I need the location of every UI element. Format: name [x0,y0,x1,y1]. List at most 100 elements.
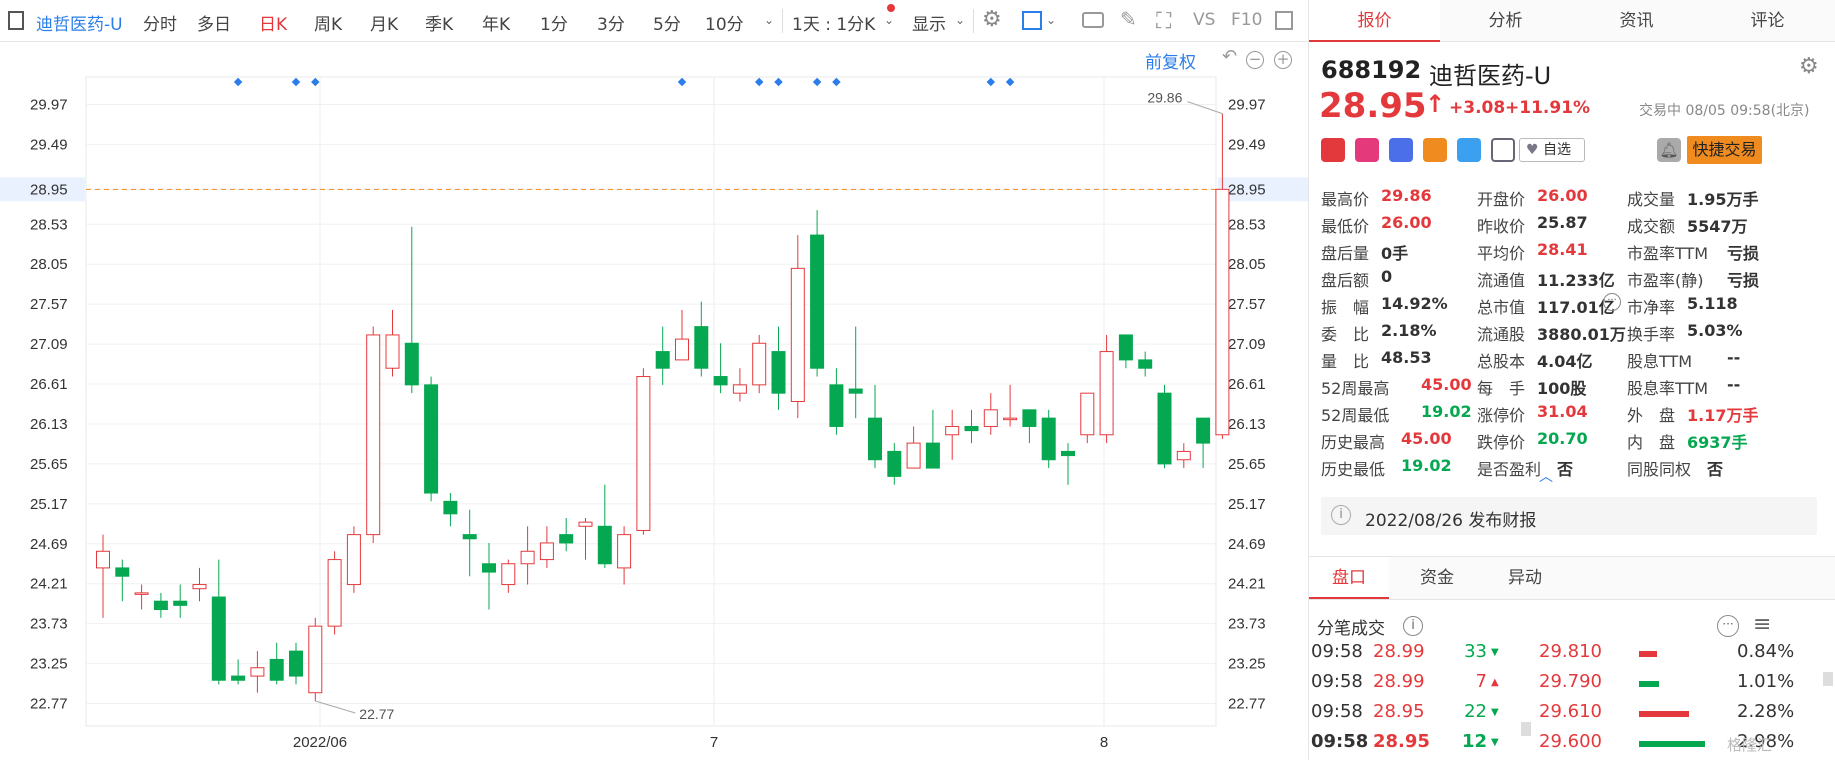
camera-icon[interactable] [1082,12,1104,28]
quote-label: 开盘价 [1477,190,1526,209]
x-tick-label: 8 [1100,734,1108,751]
quote-value: 19.02 [1421,402,1472,421]
quote-value: -- [1727,375,1741,394]
quote-value: 0手 [1381,244,1409,263]
tab-intraday[interactable]: 分时 [143,10,177,35]
quote-value: 否 [1557,460,1574,479]
current-price-label-left: 28.95 [30,181,68,198]
interval-selector[interactable]: 1天 : 1分K [792,10,875,35]
f10-button[interactable]: F10 [1231,10,1262,30]
trade-status: 交易中 08/05 09:58(北京) [1639,103,1810,119]
min-price-label: 22.77 [359,706,394,722]
menu-icon[interactable]: ≡ [1753,612,1771,637]
quote-value: -- [1727,348,1741,367]
candle-down [289,650,303,677]
document-icon[interactable] [1491,138,1515,162]
current-price: 28.95 [1319,86,1427,126]
display-menu[interactable]: 显示 [912,10,946,35]
candle-down [771,351,786,394]
lightning-icon[interactable] [1355,138,1379,162]
collapse-chevron-icon[interactable]: ︿ [1539,466,1553,486]
tab-10min[interactable]: 10分 [705,10,744,35]
tab-monthly-k[interactable]: 月K [370,10,398,35]
y-tick-label-right: 28.53 [1228,216,1266,233]
panel-toggle-icon[interactable] [1275,11,1293,30]
tab-anomaly[interactable]: 异动 [1485,557,1565,599]
tag-icon[interactable] [1457,138,1481,162]
tab-yearly-k[interactable]: 年K [482,10,510,35]
candle-down [1118,334,1133,361]
tick-trades-title: 分笔成交 [1317,619,1385,639]
quote-value: 26.00 [1381,213,1432,232]
tab-quote[interactable]: 报价 [1309,0,1440,42]
y-tick-label-left: 26.13 [30,416,68,433]
quote-label: 总市值 [1477,298,1526,317]
tab-3min[interactable]: 3分 [597,10,625,35]
watchlist-button[interactable]: ♥ 自选 [1519,138,1585,162]
drawing-box-icon[interactable] [1022,11,1042,30]
quick-trade-button[interactable]: 快捷交易 [1687,136,1762,164]
quote-value: 31.04 [1537,402,1588,421]
tab-daily-k[interactable]: 日K [259,10,287,35]
chevron-down-icon[interactable]: ⌄ [955,13,965,27]
fullscreen-icon[interactable]: ⛶ [1156,9,1171,34]
quote-value: 26.00 [1537,186,1588,205]
tab-quarterly-k[interactable]: 季K [425,10,453,35]
candle-up [945,425,960,436]
chevron-down-icon[interactable]: ⌄ [764,13,774,27]
quote-value: 29.86 [1381,186,1432,205]
candlestick-chart[interactable]: 29.97 29.97 29.49 29.49 28.53 28.53 28.05 28.05… [0,42,1308,760]
up-arrow-icon: ↑ [1425,90,1446,118]
kline-chart-area[interactable]: 29.97 29.97 29.49 29.49 28.53 28.53 28.05 28.05… [0,42,1308,760]
candle-up [1003,417,1018,421]
tab-order-book[interactable]: 盘口 [1309,557,1389,599]
tab-analysis[interactable]: 分析 [1440,0,1571,42]
tab-multiday[interactable]: 多日 [197,10,231,35]
candle-down [1138,359,1153,369]
chart-toolbar: 迪哲医药-U 分时 多日 日K 周K 月K 季K 年K 1分 3分 5分 10分… [0,0,1308,42]
chevron-down-icon[interactable]: ⌄ [884,13,894,27]
chevron-down-icon[interactable]: ⌄ [1046,13,1056,27]
scrollbar-thumb[interactable] [1521,722,1531,736]
tick-info-icon[interactable]: i [1403,616,1423,636]
scrollbar-thumb[interactable] [1823,672,1833,686]
alert-bell-icon[interactable]: 🔔︎ [1657,138,1681,162]
candle-down [810,234,825,369]
tick-direction-icon: ▲ [1491,677,1499,688]
restore-rights-toggle[interactable]: 前复权 [1145,48,1196,73]
tab-fund-flow[interactable]: 资金 [1397,557,1477,599]
quote-label: 市净率 [1627,298,1676,317]
quote-value: 6937手 [1687,433,1748,452]
x-tick-label: 2022/06 [293,734,347,751]
tab-1min[interactable]: 1分 [540,10,568,35]
y-tick-label-left: 23.73 [30,616,68,633]
candle-up [539,542,554,561]
candle-down [1061,450,1075,457]
scale-icon[interactable] [1423,138,1447,162]
zoom-out-icon[interactable]: − [1246,51,1264,69]
more-info-icon[interactable]: ··· [1603,293,1621,311]
y-tick-label-right: 28.05 [1228,256,1266,273]
candle-up [134,592,149,595]
database-icon[interactable] [1389,138,1413,162]
tab-weekly-k[interactable]: 周K [314,10,342,35]
sidebar-toggle-icon[interactable] [8,11,24,30]
zoom-in-icon[interactable]: + [1274,51,1292,69]
gear-icon[interactable]: ⚙ [982,7,1002,32]
quote-value: 45.00 [1421,375,1472,394]
stock-name-link[interactable]: 迪哲医药-U [36,10,123,35]
tab-comments[interactable]: 评论 [1702,0,1833,42]
vs-compare-button[interactable]: VS [1193,10,1215,30]
tab-5min[interactable]: 5分 [653,10,681,35]
divider [973,9,974,33]
candle-down [404,342,419,386]
pencil-icon[interactable]: ✎ [1120,7,1137,31]
tab-news[interactable]: 资讯 [1571,0,1702,42]
more-options-icon[interactable]: ··· [1717,615,1739,637]
quote-value: 25.87 [1537,213,1588,232]
undo-icon[interactable]: ↶ [1222,46,1237,67]
y-tick-label-right: 26.61 [1228,376,1266,393]
settings-gear-icon[interactable]: ⚙ [1799,54,1819,79]
candle-up [1176,450,1191,461]
divider [782,9,783,33]
